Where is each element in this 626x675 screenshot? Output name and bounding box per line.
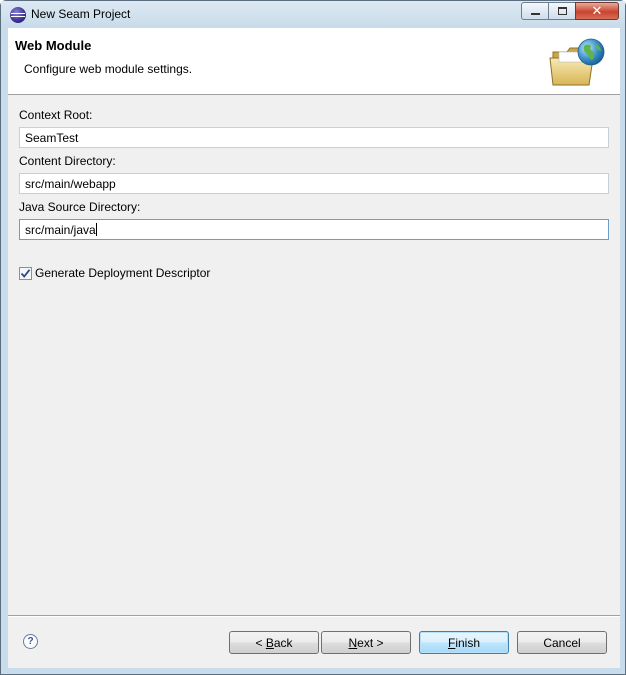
eclipse-app-icon: [10, 7, 26, 23]
java-source-directory-label: Java Source Directory:: [19, 200, 141, 214]
content-directory-input[interactable]: src/main/webapp: [19, 173, 609, 194]
java-source-directory-value: src/main/java: [25, 223, 96, 237]
back-button-mnemonic: B: [265, 635, 274, 650]
cancel-button[interactable]: Cancel: [517, 631, 607, 654]
content-directory-label: Content Directory:: [19, 154, 116, 168]
dialog-client-area: Web Module Configure web module settings…: [8, 28, 620, 668]
checkmark-icon: [20, 268, 31, 278]
next-button[interactable]: Next >: [321, 631, 411, 654]
finish-button-label: inish: [455, 635, 481, 650]
help-icon[interactable]: ?: [23, 634, 38, 649]
minimize-button[interactable]: [521, 2, 548, 20]
context-root-input[interactable]: SeamTest: [19, 127, 609, 148]
wizard-banner: Web Module Configure web module settings…: [8, 28, 620, 95]
back-button-label: ack: [273, 635, 293, 650]
next-button-label: ext >: [357, 635, 384, 650]
back-button-prefix: <: [255, 635, 266, 650]
close-button[interactable]: ✕: [575, 2, 619, 20]
page-description: Configure web module settings.: [24, 62, 193, 76]
java-source-directory-input[interactable]: src/main/java: [19, 219, 609, 240]
title-bar[interactable]: New Seam Project ✕: [1, 1, 625, 28]
maximize-icon: [557, 7, 567, 15]
page-title: Web Module: [15, 38, 92, 53]
finish-button[interactable]: Finish: [419, 631, 509, 654]
back-button[interactable]: < Back: [229, 631, 319, 654]
maximize-button[interactable]: [548, 2, 575, 20]
generate-deployment-descriptor-checkbox[interactable]: [19, 266, 32, 280]
close-icon: ✕: [591, 3, 603, 18]
context-root-label: Context Root:: [19, 108, 93, 122]
caption-buttons: ✕: [521, 2, 619, 21]
next-button-mnemonic: N: [348, 635, 358, 650]
generate-deployment-descriptor-label: Generate Deployment Descriptor: [35, 266, 211, 280]
web-module-folder-globe-icon: [549, 38, 605, 86]
finish-button-mnemonic: F: [447, 635, 456, 650]
window-title: New Seam Project: [31, 7, 131, 21]
text-caret: [95, 223, 97, 236]
generate-deployment-descriptor-option[interactable]: Generate Deployment Descriptor: [19, 265, 210, 281]
minimize-icon: [530, 13, 540, 15]
button-bar-separator: [8, 615, 620, 617]
dialog-window: New Seam Project ✕ Web Module Configure …: [0, 0, 626, 675]
